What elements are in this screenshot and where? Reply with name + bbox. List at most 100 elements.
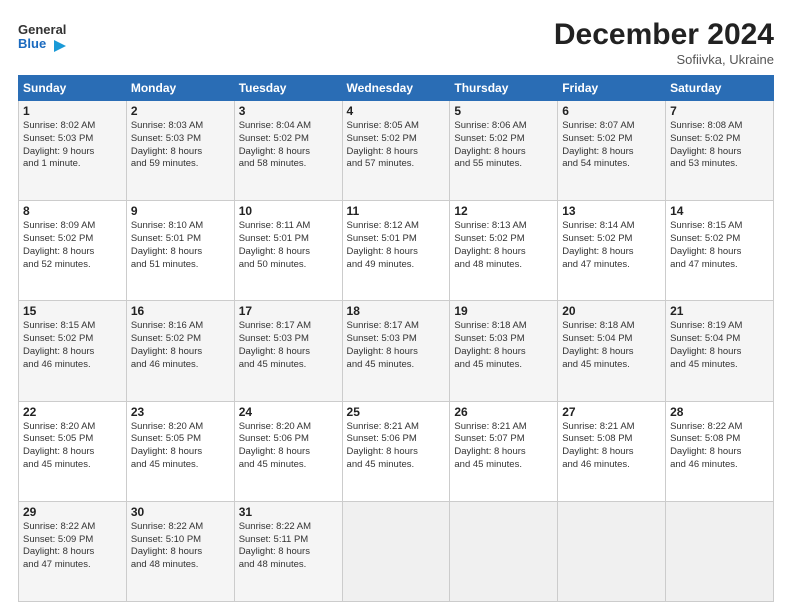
- table-cell: 16 Sunrise: 8:16 AMSunset: 5:02 PMDayligh…: [126, 301, 234, 401]
- day-number: 4: [347, 104, 446, 118]
- day-info: Sunrise: 8:17 AMSunset: 5:03 PMDaylight:…: [239, 320, 338, 371]
- day-info: Sunrise: 8:11 AMSunset: 5:01 PMDaylight:…: [239, 220, 338, 271]
- day-number: 19: [454, 304, 553, 318]
- table-cell: 6Sunrise: 8:07 AMSunset: 5:02 PMDaylight…: [558, 101, 666, 201]
- table-cell: 27 Sunrise: 8:21 AMSunset: 5:08 PMDayligh…: [558, 401, 666, 501]
- table-cell: 21 Sunrise: 8:19 AMSunset: 5:04 PMDayligh…: [666, 301, 774, 401]
- day-number: 11: [347, 204, 446, 218]
- day-number: 29: [23, 505, 122, 519]
- day-info: Sunrise: 8:07 AMSunset: 5:02 PMDaylight:…: [562, 120, 661, 171]
- table-cell: [558, 501, 666, 601]
- table-cell: [666, 501, 774, 601]
- day-number: 17: [239, 304, 338, 318]
- table-cell: 23Sunrise: 8:20 AMSunset: 5:05 PMDayligh…: [126, 401, 234, 501]
- day-number: 14: [670, 204, 769, 218]
- day-info: Sunrise: 8:08 AMSunset: 5:02 PMDaylight:…: [670, 120, 769, 171]
- day-info: Sunrise: 8:21 AMSunset: 5:08 PMDaylight:…: [562, 421, 661, 472]
- day-info: Sunrise: 8:22 AMSunset: 5:11 PMDaylight:…: [239, 521, 338, 572]
- day-info: Sunrise: 8:18 AMSunset: 5:04 PMDaylight:…: [562, 320, 661, 371]
- logo: General Blue: [18, 18, 66, 58]
- day-number: 30: [131, 505, 230, 519]
- day-info: Sunrise: 8:09 AMSunset: 5:02 PMDaylight:…: [23, 220, 122, 271]
- location: Sofiivka, Ukraine: [554, 52, 774, 67]
- table-cell: 2Sunrise: 8:03 AMSunset: 5:03 PMDaylight…: [126, 101, 234, 201]
- day-number: 10: [239, 204, 338, 218]
- table-cell: 30 Sunrise: 8:22 AMSunset: 5:10 PMDayligh…: [126, 501, 234, 601]
- day-info: Sunrise: 8:16 AMSunset: 5:02 PMDaylight:…: [131, 320, 230, 371]
- day-info: Sunrise: 8:18 AMSunset: 5:03 PMDaylight:…: [454, 320, 553, 371]
- table-cell: 22 Sunrise: 8:20 AMSunset: 5:05 PMDayligh…: [19, 401, 127, 501]
- svg-text:General: General: [18, 22, 66, 37]
- day-number: 3: [239, 104, 338, 118]
- col-saturday: Saturday: [666, 76, 774, 101]
- day-info: Sunrise: 8:14 AMSunset: 5:02 PMDaylight:…: [562, 220, 661, 271]
- day-info: Sunrise: 8:15 AMSunset: 5:02 PMDaylight:…: [670, 220, 769, 271]
- table-cell: 20 Sunrise: 8:18 AMSunset: 5:04 PMDayligh…: [558, 301, 666, 401]
- table-cell: 24 Sunrise: 8:20 AMSunset: 5:06 PMDayligh…: [234, 401, 342, 501]
- table-cell: 9 Sunrise: 8:10 AMSunset: 5:01 PMDaylight…: [126, 201, 234, 301]
- day-info: Sunrise: 8:10 AMSunset: 5:01 PMDaylight:…: [131, 220, 230, 271]
- col-friday: Friday: [558, 76, 666, 101]
- title-section: December 2024 Sofiivka, Ukraine: [554, 18, 774, 67]
- table-cell: 7Sunrise: 8:08 AMSunset: 5:02 PMDaylight…: [666, 101, 774, 201]
- day-info: Sunrise: 8:22 AMSunset: 5:09 PMDaylight:…: [23, 521, 122, 572]
- calendar-week-row: 1Sunrise: 8:02 AMSunset: 5:03 PMDaylight…: [19, 101, 774, 201]
- day-number: 8: [23, 204, 122, 218]
- day-info: Sunrise: 8:20 AMSunset: 5:05 PMDaylight:…: [131, 421, 230, 472]
- table-cell: 4 Sunrise: 8:05 AMSunset: 5:02 PMDaylight…: [342, 101, 450, 201]
- day-info: Sunrise: 8:21 AMSunset: 5:07 PMDaylight:…: [454, 421, 553, 472]
- day-number: 22: [23, 405, 122, 419]
- header: General Blue December 2024 Sofiivka, Ukr…: [18, 18, 774, 67]
- day-number: 21: [670, 304, 769, 318]
- calendar-week-row: 29 Sunrise: 8:22 AMSunset: 5:09 PMDayligh…: [19, 501, 774, 601]
- logo-icon: General Blue: [18, 18, 66, 58]
- table-cell: 13 Sunrise: 8:14 AMSunset: 5:02 PMDayligh…: [558, 201, 666, 301]
- day-info: Sunrise: 8:19 AMSunset: 5:04 PMDaylight:…: [670, 320, 769, 371]
- calendar-week-row: 8 Sunrise: 8:09 AMSunset: 5:02 PMDaylight…: [19, 201, 774, 301]
- day-info: Sunrise: 8:17 AMSunset: 5:03 PMDaylight:…: [347, 320, 446, 371]
- table-cell: 18 Sunrise: 8:17 AMSunset: 5:03 PMDayligh…: [342, 301, 450, 401]
- day-info: Sunrise: 8:15 AMSunset: 5:02 PMDaylight:…: [23, 320, 122, 371]
- table-cell: 29 Sunrise: 8:22 AMSunset: 5:09 PMDayligh…: [19, 501, 127, 601]
- table-cell: 12 Sunrise: 8:13 AMSunset: 5:02 PMDayligh…: [450, 201, 558, 301]
- day-info: Sunrise: 8:12 AMSunset: 5:01 PMDaylight:…: [347, 220, 446, 271]
- day-number: 26: [454, 405, 553, 419]
- day-info: Sunrise: 8:22 AMSunset: 5:10 PMDaylight:…: [131, 521, 230, 572]
- day-info: Sunrise: 8:20 AMSunset: 5:05 PMDaylight:…: [23, 421, 122, 472]
- calendar-header-row: Sunday Monday Tuesday Wednesday Thursday…: [19, 76, 774, 101]
- day-number: 16: [131, 304, 230, 318]
- day-number: 9: [131, 204, 230, 218]
- page: General Blue December 2024 Sofiivka, Ukr…: [0, 0, 792, 612]
- day-info: Sunrise: 8:06 AMSunset: 5:02 PMDaylight:…: [454, 120, 553, 171]
- table-cell: 26 Sunrise: 8:21 AMSunset: 5:07 PMDayligh…: [450, 401, 558, 501]
- day-info: Sunrise: 8:05 AMSunset: 5:02 PMDaylight:…: [347, 120, 446, 171]
- day-info: Sunrise: 8:13 AMSunset: 5:02 PMDaylight:…: [454, 220, 553, 271]
- day-info: Sunrise: 8:04 AMSunset: 5:02 PMDaylight:…: [239, 120, 338, 171]
- day-number: 13: [562, 204, 661, 218]
- day-info: Sunrise: 8:21 AMSunset: 5:06 PMDaylight:…: [347, 421, 446, 472]
- table-cell: 3 Sunrise: 8:04 AMSunset: 5:02 PMDaylight…: [234, 101, 342, 201]
- day-info: Sunrise: 8:02 AMSunset: 5:03 PMDaylight:…: [23, 120, 122, 171]
- svg-text:Blue: Blue: [18, 36, 46, 51]
- table-cell: 8 Sunrise: 8:09 AMSunset: 5:02 PMDaylight…: [19, 201, 127, 301]
- day-info: Sunrise: 8:22 AMSunset: 5:08 PMDaylight:…: [670, 421, 769, 472]
- table-cell: 5Sunrise: 8:06 AMSunset: 5:02 PMDaylight…: [450, 101, 558, 201]
- calendar-week-row: 15Sunrise: 8:15 AMSunset: 5:02 PMDayligh…: [19, 301, 774, 401]
- day-number: 18: [347, 304, 446, 318]
- day-info: Sunrise: 8:20 AMSunset: 5:06 PMDaylight:…: [239, 421, 338, 472]
- col-sunday: Sunday: [19, 76, 127, 101]
- day-number: 12: [454, 204, 553, 218]
- table-cell: 19 Sunrise: 8:18 AMSunset: 5:03 PMDayligh…: [450, 301, 558, 401]
- day-number: 20: [562, 304, 661, 318]
- month-title: December 2024: [554, 18, 774, 52]
- table-cell: 28Sunrise: 8:22 AMSunset: 5:08 PMDayligh…: [666, 401, 774, 501]
- day-number: 27: [562, 405, 661, 419]
- col-tuesday: Tuesday: [234, 76, 342, 101]
- table-cell: [450, 501, 558, 601]
- day-number: 24: [239, 405, 338, 419]
- day-number: 31: [239, 505, 338, 519]
- col-thursday: Thursday: [450, 76, 558, 101]
- table-cell: 15Sunrise: 8:15 AMSunset: 5:02 PMDayligh…: [19, 301, 127, 401]
- col-wednesday: Wednesday: [342, 76, 450, 101]
- table-cell: 17 Sunrise: 8:17 AMSunset: 5:03 PMDayligh…: [234, 301, 342, 401]
